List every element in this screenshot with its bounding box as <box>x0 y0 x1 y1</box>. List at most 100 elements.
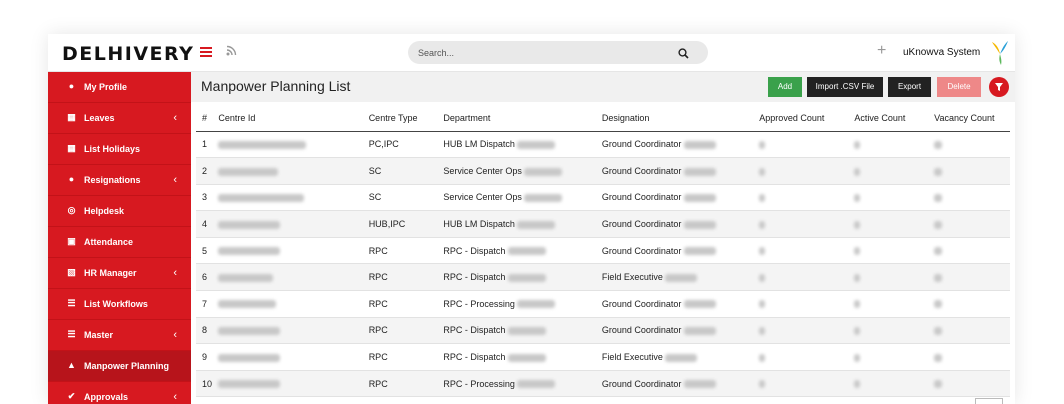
hamburger-icon[interactable] <box>200 47 212 57</box>
column-header[interactable]: Active Count <box>848 106 929 132</box>
delete-button[interactable]: Delete <box>937 77 981 97</box>
vacancy-count-cell <box>928 317 1010 345</box>
filter-button[interactable] <box>989 77 1009 97</box>
pagination-control[interactable] <box>975 398 1003 404</box>
system-name[interactable]: uKnowva System <box>903 47 980 58</box>
lifebuoy-icon: ◎ <box>67 205 76 215</box>
active-count-cell <box>848 317 929 345</box>
active-count-cell <box>848 157 929 185</box>
sidebar-item[interactable]: ▧ HR Manager ‹ <box>48 258 191 289</box>
designation-cell: Ground Coordinator <box>595 184 754 212</box>
sidebar-item[interactable]: ✔ Approvals ‹ <box>48 382 191 404</box>
table-row[interactable]: 5 RPC RPC - Dispatch Ground Coordinator <box>196 237 1010 265</box>
brand-logo[interactable]: DELHIVERY <box>62 43 194 65</box>
column-header[interactable]: Centre Id <box>212 106 363 132</box>
department-text: Service Center Ops <box>443 192 522 203</box>
active-count-cell <box>848 210 929 238</box>
column-header[interactable]: Vacancy Count <box>928 106 1010 132</box>
sidebar-item[interactable]: ☰ List Workflows <box>48 289 191 320</box>
vacancy-count-cell <box>928 131 1010 159</box>
column-header[interactable]: Designation <box>595 106 754 132</box>
centre-id-cell <box>212 317 363 345</box>
department-cell: Service Center Ops <box>437 184 596 212</box>
active-count-cell <box>848 343 929 371</box>
designation-text: Field Executive <box>601 272 663 283</box>
department-text: Service Center Ops <box>443 165 522 176</box>
sidebar-item[interactable]: ● My Profile <box>48 72 191 103</box>
table-row[interactable]: 9 RPC RPC - Dispatch Field Executive <box>196 343 1010 371</box>
column-header[interactable]: Centre Type <box>362 106 438 132</box>
table-row[interactable]: 1 PC,IPC HUB LM Dispatch Ground Coordinato… <box>196 131 1010 159</box>
designation-text: Ground Coordinator <box>601 192 682 203</box>
centre-id-cell <box>212 370 363 398</box>
import-csv-button[interactable]: Import .CSV File <box>807 77 883 97</box>
calendar-icon: ▦ <box>67 112 76 122</box>
column-header[interactable]: Approved Count <box>753 106 849 132</box>
table-row[interactable]: 4 HUB,IPC HUB LM Dispatch Ground Coordinat… <box>196 210 1010 238</box>
department-cell: Service Center Ops <box>437 157 596 185</box>
centre-id-cell <box>212 237 363 265</box>
sidebar-item-label: Leaves <box>84 113 115 123</box>
chevron-left-icon[interactable]: ‹ <box>173 112 177 124</box>
chevron-left-icon[interactable]: ‹ <box>173 329 177 341</box>
row-number: 9 <box>196 343 213 371</box>
table-row[interactable]: 8 RPC RPC - Dispatch Ground Coordinator <box>196 317 1010 345</box>
department-text: RPC - Dispatch <box>443 245 506 256</box>
sidebar-item[interactable]: ◎ Helpdesk <box>48 196 191 227</box>
sidebar-item[interactable]: ● Resignations ‹ <box>48 165 191 196</box>
designation-text: Ground Coordinator <box>601 245 682 256</box>
vacancy-count-cell <box>928 343 1010 371</box>
centre-id-cell <box>212 131 363 159</box>
table-row[interactable]: 6 RPC RPC - Dispatch Field Executive <box>196 263 1010 292</box>
active-count-cell <box>848 290 929 318</box>
row-number: 8 <box>196 317 213 345</box>
approved-count-cell <box>753 370 849 398</box>
chevron-left-icon[interactable]: ‹ <box>173 391 177 403</box>
centre-type-cell: RPC <box>362 343 438 371</box>
row-number: 5 <box>196 237 213 265</box>
table-row[interactable]: 2 SC Service Center Ops Ground Coordinator <box>196 157 1010 185</box>
chevron-left-icon[interactable]: ‹ <box>173 174 177 186</box>
sidebar-item[interactable]: ☰ Master ‹ <box>48 320 191 351</box>
sidebar-item-label: Resignations <box>84 175 141 185</box>
approved-count-cell <box>753 290 849 318</box>
row-number: 2 <box>196 157 213 185</box>
row-number: 7 <box>196 290 213 318</box>
row-number: 10 <box>196 370 213 398</box>
add-button[interactable]: Add <box>768 77 802 97</box>
chevron-left-icon[interactable]: ‹ <box>173 267 177 279</box>
centre-type-cell: SC <box>362 157 438 185</box>
designation-text: Ground Coordinator <box>601 139 682 150</box>
approved-count-cell <box>753 157 849 185</box>
sidebar-item[interactable]: ▲ Manpower Planning <box>48 351 191 382</box>
calendar-icon: ▦ <box>67 143 76 153</box>
approved-count-cell <box>753 237 849 265</box>
list-icon: ☰ <box>67 298 76 308</box>
active-count-cell <box>848 370 929 398</box>
department-text: RPC - Processing <box>443 378 515 389</box>
row-number: 1 <box>196 131 213 159</box>
rss-icon[interactable] <box>226 45 237 59</box>
table-row[interactable]: 3 SC Service Center Ops Ground Coordinator <box>196 184 1010 212</box>
department-cell: RPC - Processing <box>437 290 596 318</box>
search-icon[interactable] <box>678 46 690 59</box>
approved-count-cell <box>753 317 849 345</box>
vacancy-count-cell <box>928 184 1010 212</box>
export-button[interactable]: Export <box>888 77 931 97</box>
table-row[interactable]: 7 RPC RPC - Processing Ground Coordinator <box>196 290 1010 318</box>
department-cell: RPC - Dispatch <box>437 343 596 371</box>
table-row[interactable]: 10 RPC RPC - Processing Ground Coordinator <box>196 370 1010 398</box>
approved-count-cell <box>753 184 849 212</box>
sidebar-item[interactable]: ▦ Leaves ‹ <box>48 103 191 134</box>
page-title: Manpower Planning List <box>201 78 351 94</box>
column-header[interactable]: Department <box>437 106 596 132</box>
search-input[interactable] <box>418 44 668 61</box>
centre-type-cell: PC,IPC <box>362 131 438 159</box>
centre-id-cell <box>212 210 363 238</box>
app-window: DELHIVERY + uKnowva System ● My Profile ▦ L… <box>48 34 1015 404</box>
sidebar-item[interactable]: ▣ Attendance <box>48 227 191 258</box>
plus-icon[interactable]: + <box>877 42 886 60</box>
column-header[interactable]: # <box>196 106 213 132</box>
centre-id-cell <box>212 157 363 185</box>
sidebar-item[interactable]: ▦ List Holidays <box>48 134 191 165</box>
